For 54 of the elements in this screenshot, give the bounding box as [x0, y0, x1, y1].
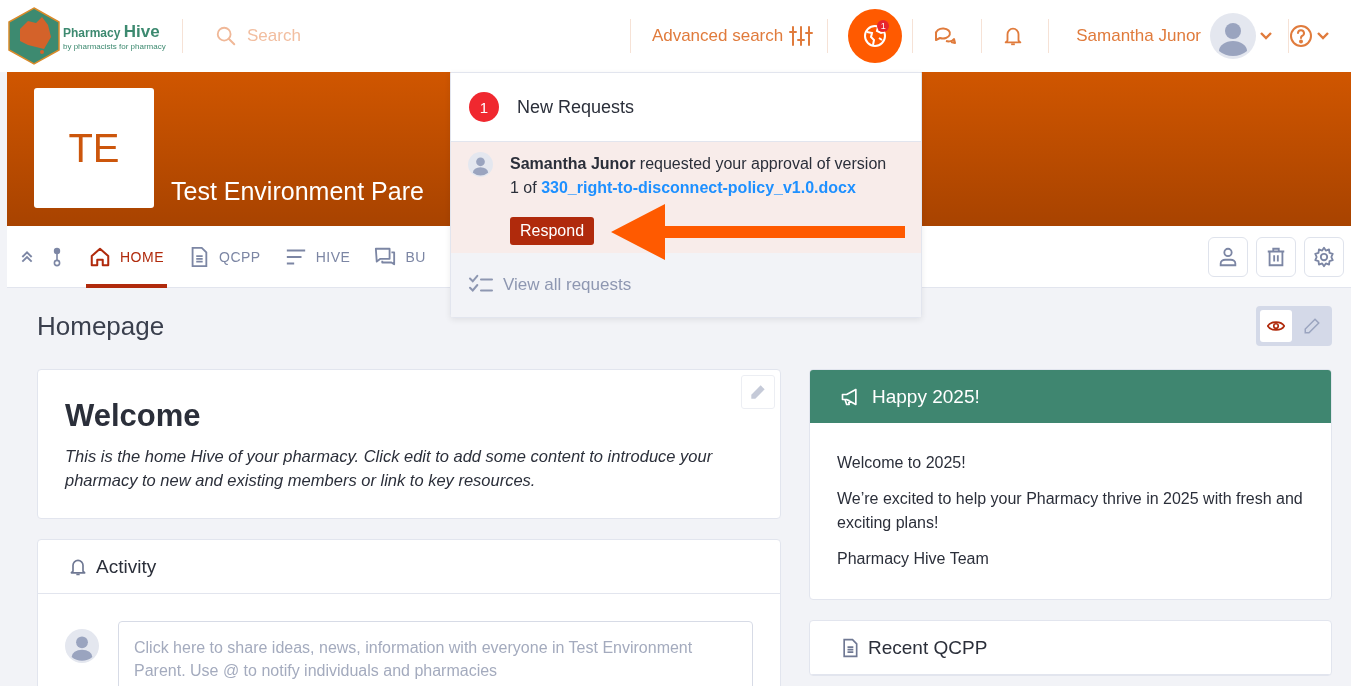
document-link[interactable]: 330_right-to-disconnect-policy_v1.0.docx [541, 179, 856, 196]
announcement-text: Pharmacy Hive Team [837, 549, 990, 569]
advanced-search-link[interactable]: Advanced search [651, 26, 784, 46]
activity-title: Activity [96, 555, 157, 578]
megaphone-icon [840, 386, 860, 407]
pin-icon[interactable] [52, 246, 62, 267]
group-title: Test Environment Pare [171, 177, 424, 206]
search-icon [215, 25, 237, 47]
respond-button[interactable]: Respond [510, 217, 595, 245]
brand-tagline: by pharmacists for pharmacy [63, 41, 166, 51]
requests-button[interactable]: 1 [848, 9, 903, 63]
brand-name: Pharmacy Hive [63, 21, 161, 42]
request-text: Samantha Junor requested your approval of version 1 of 330_right-to-disconnect-policy_v1.0.docx [510, 154, 888, 198]
nav-tab[interactable]: HOME [86, 225, 167, 288]
announcement-text: We’re excited to help your Pharmacy thrive in 2025 with fresh and exciting plans! [837, 489, 1304, 533]
pencil-icon [1303, 317, 1321, 335]
pencil-icon [750, 384, 766, 400]
members-button[interactable] [1208, 236, 1248, 277]
home-icon [89, 245, 111, 268]
settings-icon [1313, 245, 1335, 268]
nav-tab[interactable]: HIVE [281, 225, 354, 288]
collapse-icon[interactable] [20, 249, 34, 264]
dropdown-title: New Requests [517, 96, 635, 118]
logo-icon [8, 7, 60, 65]
announcement-text: Welcome to 2025! [837, 453, 967, 473]
settings-button[interactable] [1304, 236, 1344, 277]
trash-icon [1265, 245, 1287, 268]
welcome-text: This is the home Hive of your pharmacy. Click edit to add some content to introduce your pharmacy to new and existing members or link to key resources. [65, 446, 714, 491]
announcement-title: Happy 2025! [872, 385, 980, 408]
recent-qcpp-title: Recent QCPP [868, 636, 988, 659]
count-badge: 1 [469, 92, 499, 122]
user-name[interactable]: Samantha Junor [1076, 26, 1201, 46]
notification-badge: 1 [877, 20, 890, 32]
avatar-icon [468, 152, 493, 177]
nav-tab[interactable]: BU [371, 225, 429, 288]
sliders-icon[interactable] [789, 24, 814, 48]
view-all-requests-link[interactable]: View all requests [451, 253, 921, 317]
page-title: Homepage [37, 310, 165, 342]
post-field[interactable]: Click here to share ideas, news, information with everyone in Test Environment Parent. Use @ to notify individuals and pharmacies [118, 621, 753, 686]
chevron-icon[interactable] [1317, 32, 1329, 40]
document-icon [840, 637, 860, 658]
view-mode-button[interactable] [1260, 310, 1292, 342]
group-initials: TE [34, 88, 154, 208]
help-icon[interactable] [1289, 24, 1313, 48]
chevron-icon[interactable] [1260, 32, 1272, 40]
chat-icon [374, 245, 397, 268]
avatar-icon[interactable] [1210, 13, 1256, 59]
avatar-icon [65, 629, 99, 663]
trash-button[interactable] [1256, 236, 1296, 277]
person-icon [1217, 245, 1239, 268]
globe-icon [863, 24, 888, 48]
welcome-title: Welcome [65, 398, 202, 434]
edit-button[interactable] [741, 375, 775, 409]
nav-tab[interactable]: QCPP [185, 225, 264, 288]
